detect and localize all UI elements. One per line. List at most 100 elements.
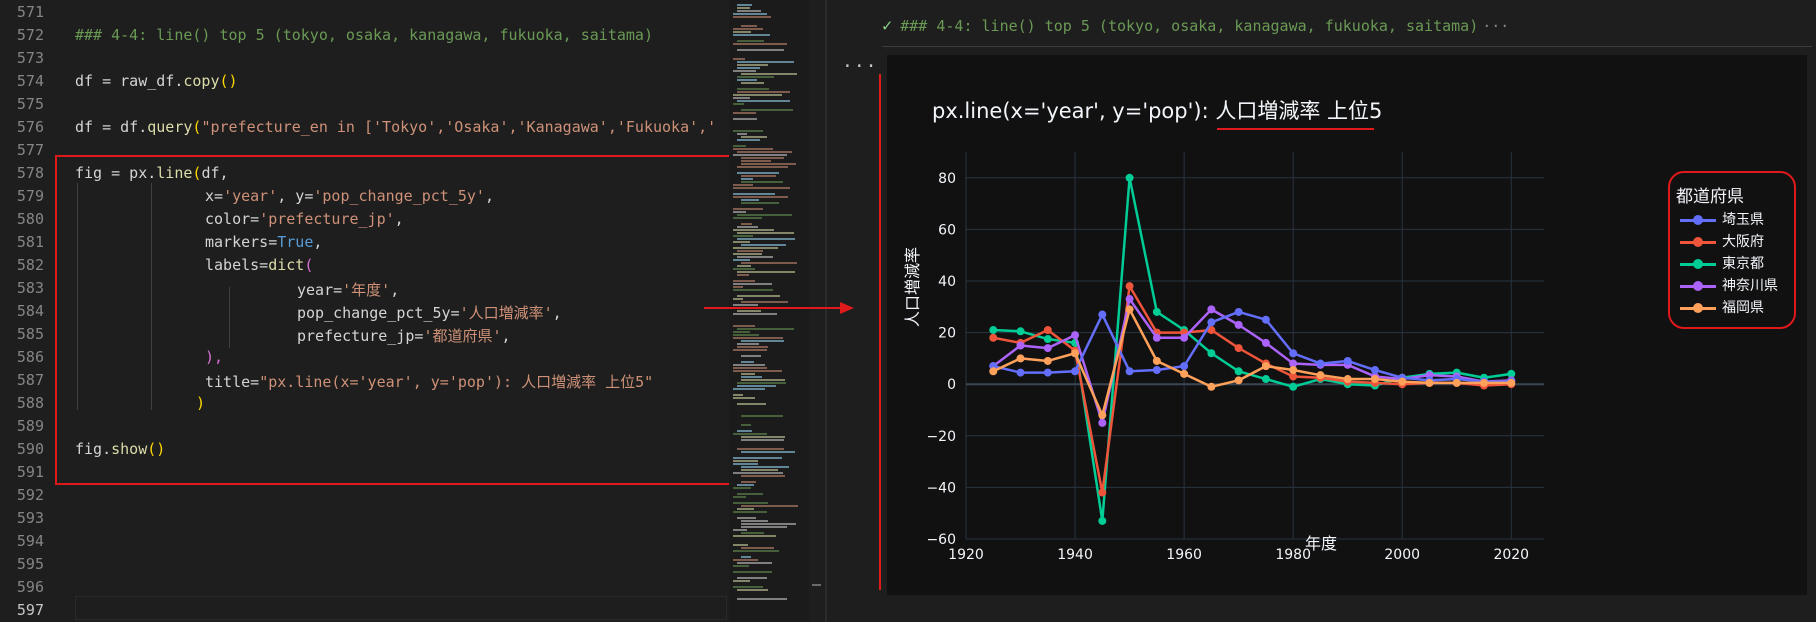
scrollbar-thumb[interactable]: [812, 584, 821, 586]
legend-item[interactable]: 大阪府: [1680, 231, 1764, 251]
data-point[interactable]: [1207, 318, 1216, 327]
legend-item[interactable]: 埼玉県: [1680, 209, 1764, 229]
data-point[interactable]: [1507, 378, 1516, 387]
minimap-line: [737, 76, 774, 78]
data-point[interactable]: [1098, 488, 1107, 497]
data-point[interactable]: [1152, 333, 1161, 342]
data-point[interactable]: [989, 367, 998, 376]
data-point[interactable]: [1098, 310, 1107, 319]
data-point[interactable]: [1398, 377, 1407, 386]
minimap-line: [733, 247, 778, 249]
data-point[interactable]: [1098, 411, 1107, 420]
data-point[interactable]: [1261, 375, 1270, 384]
data-point[interactable]: [1125, 305, 1134, 314]
minimap-line: [737, 238, 795, 240]
data-point[interactable]: [1043, 368, 1052, 377]
minimap-line: [733, 571, 772, 573]
legend-label: 埼玉県: [1722, 212, 1764, 228]
more-ellipsis-icon[interactable]: ···: [1482, 17, 1509, 35]
minimap-line: [737, 133, 747, 135]
data-point[interactable]: [1234, 307, 1243, 316]
check-icon: ✓: [882, 16, 893, 36]
y-tick-label: 60: [938, 222, 956, 238]
minimap-line: [733, 544, 748, 546]
line-chart[interactable]: 1920 1940 1960 1980 2000 2020−60−40−200204060…: [887, 55, 1807, 595]
data-point[interactable]: [1370, 366, 1379, 375]
data-point[interactable]: [1016, 354, 1025, 363]
data-point[interactable]: [1016, 327, 1025, 336]
data-point[interactable]: [1207, 382, 1216, 391]
chart-legend[interactable]: 都道府県 埼玉県 大阪府 東京都 神奈川県 福岡県: [1668, 171, 1796, 329]
data-point[interactable]: [1234, 367, 1243, 376]
line-number: 581: [16, 233, 44, 251]
data-point[interactable]: [1207, 305, 1216, 314]
data-point[interactable]: [1125, 173, 1134, 182]
data-point[interactable]: [1289, 382, 1298, 391]
data-point[interactable]: [1343, 356, 1352, 365]
data-point[interactable]: [1234, 344, 1243, 353]
line-number: 575: [16, 95, 44, 113]
line-number: 589: [16, 417, 44, 435]
data-point[interactable]: [1043, 356, 1052, 365]
legend-label: 福岡県: [1722, 300, 1764, 316]
data-point[interactable]: [1125, 367, 1134, 376]
data-point[interactable]: [1180, 362, 1189, 371]
line-number: 578: [16, 164, 44, 182]
data-point[interactable]: [1071, 367, 1080, 376]
data-point[interactable]: [1043, 344, 1052, 353]
more-actions-icon[interactable]: ···: [842, 56, 878, 77]
data-point[interactable]: [1316, 371, 1325, 380]
data-point[interactable]: [1043, 335, 1052, 344]
data-point[interactable]: [1180, 369, 1189, 378]
cell-header[interactable]: ✓ ### 4-4: line() top 5 (tokyo, osaka, ka…: [882, 16, 1509, 36]
line-number: 580: [16, 210, 44, 228]
legend-item[interactable]: 神奈川県: [1680, 275, 1778, 295]
data-point[interactable]: [1343, 375, 1352, 384]
data-point[interactable]: [1043, 326, 1052, 335]
minimap-line: [737, 265, 751, 267]
series-line-4[interactable]: [992, 297, 1512, 425]
data-point[interactable]: [1289, 366, 1298, 375]
code-editor[interactable]: 571 572 573 574 575 576 577 578 579 580 581 582 583 5…: [0, 0, 731, 622]
data-point[interactable]: [1098, 418, 1107, 427]
code-line-572[interactable]: ### 4-4: line() top 5 (tokyo, osaka, kan…: [75, 26, 653, 44]
data-point[interactable]: [1234, 376, 1243, 385]
line-number: 592: [16, 486, 44, 504]
data-point[interactable]: [1071, 349, 1080, 358]
data-point[interactable]: [1316, 359, 1325, 368]
legend-item[interactable]: 東京都: [1680, 253, 1764, 273]
data-point[interactable]: [1207, 349, 1216, 358]
data-point[interactable]: [1234, 320, 1243, 329]
data-point[interactable]: [1071, 331, 1080, 340]
minimap-line: [737, 493, 763, 495]
data-point[interactable]: [1152, 366, 1161, 375]
data-point[interactable]: [1452, 378, 1461, 387]
data-point[interactable]: [1125, 295, 1134, 304]
data-point[interactable]: [1016, 368, 1025, 377]
series-line-5[interactable]: [992, 308, 1512, 417]
data-point[interactable]: [1152, 307, 1161, 316]
minimap-line: [741, 481, 756, 483]
data-point[interactable]: [989, 333, 998, 342]
code-line-574[interactable]: df = raw_df.copy(): [75, 72, 238, 90]
data-point[interactable]: [1480, 378, 1489, 387]
data-point[interactable]: [989, 326, 998, 335]
data-point[interactable]: [1098, 516, 1107, 525]
x-axis-label: 年度: [1305, 534, 1338, 553]
data-point[interactable]: [1152, 356, 1161, 365]
line-number: 576: [16, 118, 44, 136]
data-point[interactable]: [1370, 375, 1379, 384]
minimap-line: [741, 526, 787, 528]
data-point[interactable]: [1425, 378, 1434, 387]
data-point[interactable]: [1180, 333, 1189, 342]
minimap-line: [737, 250, 763, 252]
data-point[interactable]: [1261, 338, 1270, 347]
legend-item[interactable]: 福岡県: [1680, 297, 1764, 317]
data-point[interactable]: [1261, 362, 1270, 371]
data-point[interactable]: [1261, 315, 1270, 324]
data-point[interactable]: [1125, 282, 1134, 291]
minimap-line: [741, 379, 785, 381]
data-point[interactable]: [1016, 341, 1025, 350]
data-point[interactable]: [1289, 349, 1298, 358]
code-line-576[interactable]: df = df.query("prefecture_en in ['Tokyo'…: [75, 118, 716, 136]
